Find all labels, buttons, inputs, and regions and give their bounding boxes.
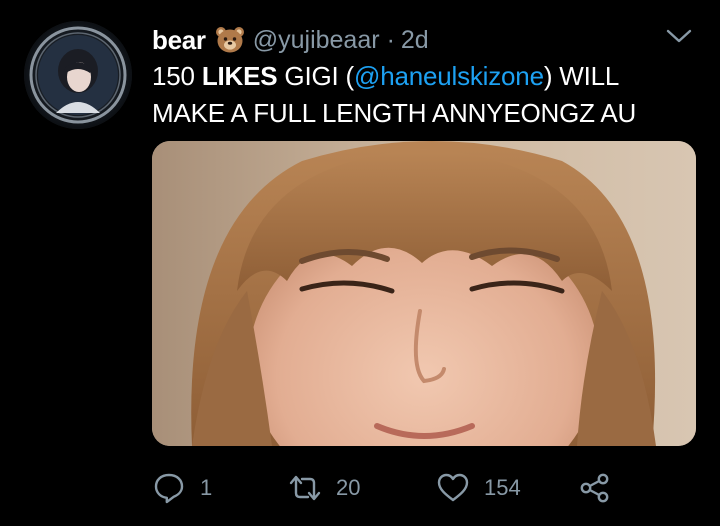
share-icon bbox=[580, 473, 609, 503]
bear-face-emoji-icon bbox=[215, 25, 245, 55]
avatar[interactable] bbox=[24, 21, 132, 129]
share-button[interactable] bbox=[578, 468, 612, 508]
photo-image bbox=[152, 141, 696, 446]
tweet-text-part: 150 bbox=[152, 61, 202, 91]
avatar-image bbox=[24, 21, 132, 129]
like-count: 154 bbox=[484, 475, 521, 500]
display-name[interactable]: bear bbox=[152, 25, 206, 56]
tweet-timestamp[interactable]: 2d bbox=[401, 26, 429, 55]
author-handle[interactable]: @yujibeaar bbox=[253, 26, 380, 55]
separator-dot: · bbox=[386, 25, 395, 54]
chevron-down-icon[interactable] bbox=[664, 26, 694, 46]
like-button[interactable]: 154 bbox=[436, 468, 521, 508]
retweet-icon bbox=[289, 475, 321, 501]
reply-icon bbox=[154, 473, 184, 504]
reply-count: 1 bbox=[200, 475, 213, 500]
mention-link[interactable]: @haneulskizone bbox=[354, 61, 544, 91]
retweet-button[interactable]: 20 bbox=[288, 468, 360, 508]
like-icon bbox=[437, 473, 469, 502]
retweet-count: 20 bbox=[336, 475, 361, 500]
tweet-header: bear @yujibeaar · 2d bbox=[152, 24, 429, 56]
tweet-media-photo[interactable] bbox=[152, 141, 696, 446]
tweet[interactable]: bear @yujibeaar · 2d 150 LIKES GIGI (@ha… bbox=[0, 0, 720, 526]
tweet-text-bold: LIKES bbox=[201, 61, 278, 91]
tweet-text: 150 LIKES GIGI (@haneulskizone) WILL MAK… bbox=[152, 58, 692, 132]
reply-button[interactable]: 1 bbox=[152, 468, 212, 508]
tweet-actions: 1 20 154 bbox=[152, 468, 692, 508]
tweet-text-part: GIGI ( bbox=[277, 61, 354, 91]
